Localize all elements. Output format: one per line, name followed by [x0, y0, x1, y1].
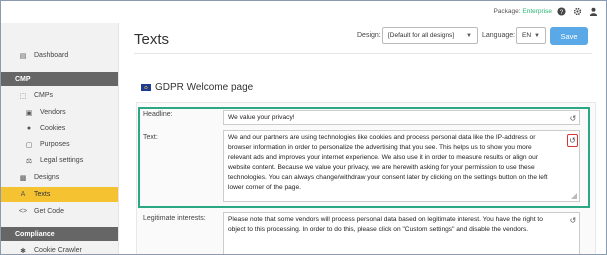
package-value: Enterprise: [522, 8, 552, 15]
sidebar-section-compliance: Compliance: [1, 227, 118, 241]
text-line: object to this processing. In order to d…: [228, 226, 529, 233]
sidebar-item-dashboard[interactable]: ▤ Dashboard: [1, 48, 118, 63]
sidebar-item-designs[interactable]: ▩ Designs: [1, 170, 118, 185]
sidebar-item-label: Cookies: [40, 125, 66, 132]
sidebar-item-label: Purposes: [40, 141, 70, 148]
chevron-down-icon: ▼: [466, 32, 472, 39]
sidebar-item-label: Texts: [34, 191, 51, 198]
language-label: Language:: [482, 32, 516, 39]
package-label: Package:: [493, 8, 521, 15]
help-icon[interactable]: ?: [556, 6, 566, 16]
header-divider: [134, 53, 592, 54]
sidebar-item-label: Vendors: [40, 109, 66, 116]
sidebar-item-vendors[interactable]: ▣ Vendors: [1, 105, 118, 120]
cmps-icon: ⬚: [19, 92, 27, 100]
sidebar-item-label: Dashboard: [34, 52, 69, 59]
cookie-icon: ●: [26, 125, 32, 132]
code-icon: <>: [18, 208, 28, 215]
gear-icon[interactable]: [572, 6, 582, 16]
sidebar-item-label: Designs: [34, 174, 60, 181]
designs-icon: ▩: [19, 174, 27, 182]
vendors-icon: ▣: [25, 109, 33, 117]
svg-text:?: ?: [559, 8, 563, 15]
language-select-value: EN: [522, 32, 532, 39]
sidebar-item-label: Cookie Crawler: [34, 247, 82, 254]
page-title: Texts: [134, 31, 170, 48]
sidebar-item-get-code[interactable]: <> Get Code: [1, 204, 118, 219]
language-select[interactable]: EN ▼: [516, 27, 546, 44]
sidebar-item-cookies[interactable]: ● Cookies: [1, 121, 118, 136]
design-label: Design:: [357, 32, 381, 39]
sidebar-item-purposes[interactable]: ▢ Purposes: [1, 137, 118, 152]
sidebar-item-legal-settings[interactable]: ⚖ Legal settings: [1, 153, 118, 168]
text-line: Please note that some vendors will proce…: [228, 216, 543, 223]
design-select-value: [Default for all designs]: [388, 32, 455, 39]
sidebar-section-cmp: CMP: [1, 72, 118, 86]
sidebar-item-cmps[interactable]: ⬚ CMPs: [1, 88, 118, 103]
legitimate-interests-textarea[interactable]: Please note that some vendors will proce…: [223, 212, 580, 254]
highlight-frame: [138, 107, 590, 208]
crawler-icon: ✱: [20, 247, 26, 255]
section-heading-text: GDPR Welcome page: [155, 82, 254, 93]
purposes-icon: ▢: [25, 141, 33, 149]
sidebar-item-texts[interactable]: A Texts: [1, 187, 118, 202]
sidebar-item-label: CMPs: [34, 92, 54, 99]
chevron-down-icon: ▼: [534, 32, 540, 39]
texts-icon: A: [20, 191, 26, 198]
sidebar-item-label: Legal settings: [40, 157, 84, 164]
sidebar-item-cookie-crawler[interactable]: ✱ Cookie Crawler: [1, 243, 118, 255]
design-select[interactable]: [Default for all designs] ▼: [382, 27, 478, 44]
package-info: Package: Enterprise: [493, 8, 552, 15]
user-icon[interactable]: [588, 6, 598, 16]
sidebar-item-label: Get Code: [34, 208, 64, 215]
eu-flag-icon: [141, 84, 151, 91]
app-window: Package: Enterprise ? ▤ Dashboard CMP ⬚ …: [0, 0, 607, 255]
section-heading: GDPR Welcome page: [141, 82, 253, 93]
save-button[interactable]: Save: [550, 27, 588, 45]
top-bar: Package: Enterprise ?: [1, 1, 606, 23]
dashboard-icon: ▤: [19, 52, 27, 60]
reset-icon[interactable]: ↺: [568, 215, 578, 225]
legitimate-interests-label: Legitimate interests:: [143, 215, 206, 222]
gavel-icon: ⚖: [25, 157, 33, 165]
